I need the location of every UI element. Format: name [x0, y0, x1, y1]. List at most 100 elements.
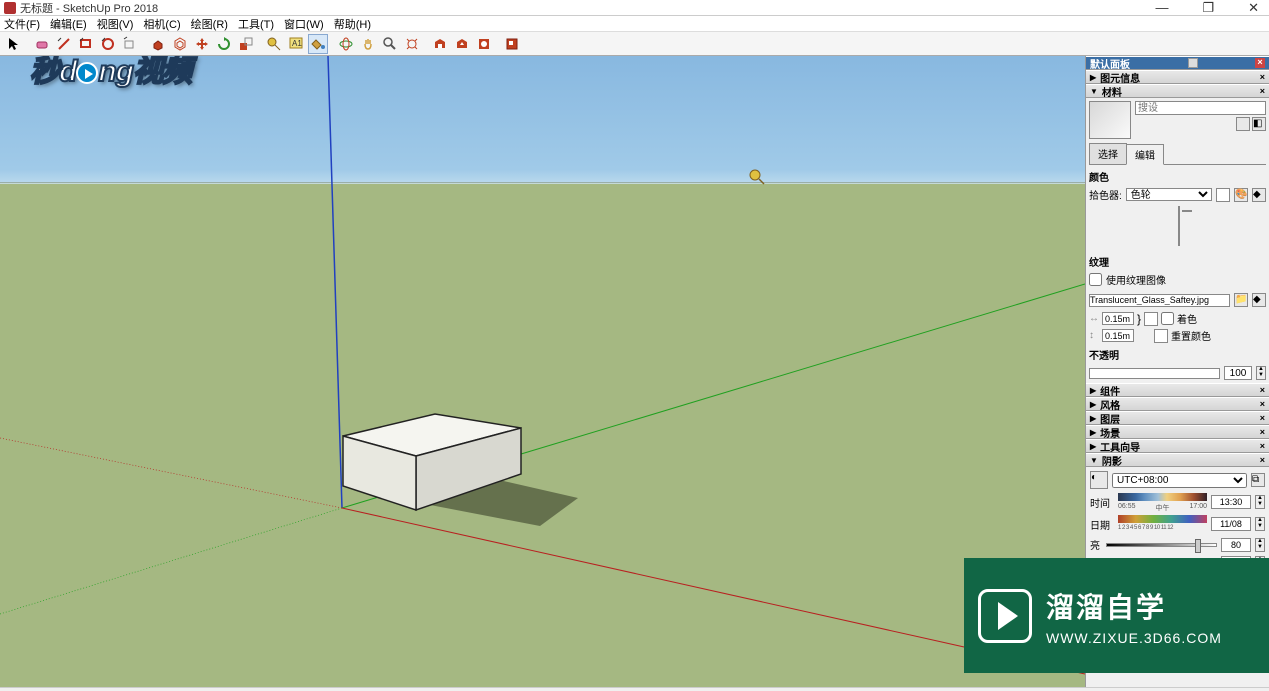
menu-help[interactable]: 帮助(H)	[332, 15, 373, 33]
shadows-header[interactable]: ▼阴影×	[1086, 453, 1269, 467]
close-button[interactable]: ✕	[1240, 0, 1267, 16]
texture-height-input[interactable]	[1102, 329, 1134, 342]
colorize-checkbox[interactable]	[1161, 312, 1174, 325]
extension-warehouse-icon[interactable]	[474, 34, 494, 54]
minimize-button[interactable]: —	[1147, 0, 1176, 16]
time-spinner[interactable]: ▲▼	[1255, 495, 1265, 509]
watermark-logo: 秒dng视频	[30, 56, 191, 90]
bright-spinner[interactable]: ▲▼	[1255, 538, 1265, 552]
texture-file-input[interactable]	[1089, 294, 1230, 307]
menu-file[interactable]: 文件(F)	[2, 15, 42, 33]
menu-view[interactable]: 视图(V)	[95, 15, 136, 33]
panel-close-icon[interactable]: ×	[1260, 72, 1265, 82]
svg-text:A1: A1	[292, 39, 302, 48]
move-icon[interactable]	[192, 34, 212, 54]
eraser-icon[interactable]	[32, 34, 52, 54]
toolbar: A1	[0, 32, 1269, 56]
time-value-input[interactable]	[1211, 495, 1251, 509]
edit-texture-icon[interactable]: ◆	[1252, 293, 1266, 307]
shadow-detail-icon[interactable]: ⧉	[1251, 473, 1265, 487]
3d-warehouse-icon[interactable]	[430, 34, 450, 54]
width-arrow-icon: ↔	[1089, 313, 1099, 324]
time-label: 时间	[1090, 495, 1114, 510]
opacity-slider[interactable]	[1089, 368, 1220, 379]
height-arrow-icon: ↕	[1089, 330, 1099, 341]
viewport[interactable]: 秒dng视频	[0, 56, 1085, 687]
layout-icon[interactable]	[502, 34, 522, 54]
styles-header[interactable]: ▶风格×	[1086, 397, 1269, 411]
time-slider[interactable]: 06:55中午17:00	[1118, 493, 1207, 511]
components-header[interactable]: ▶组件×	[1086, 383, 1269, 397]
expand-icon: ▼	[1090, 87, 1098, 96]
window-title: 无标题 - SketchUp Pro 2018	[20, 0, 158, 16]
bright-value-input[interactable]	[1221, 538, 1251, 552]
text-icon[interactable]: A1	[286, 34, 306, 54]
rectangle-icon[interactable]	[76, 34, 96, 54]
cursor-measure-icon	[748, 168, 766, 189]
use-texture-checkbox[interactable]	[1089, 273, 1102, 286]
menu-window[interactable]: 窗口(W)	[282, 15, 326, 33]
entity-info-header[interactable]: ▶ 图元信息 ×	[1086, 70, 1269, 84]
maximize-button[interactable]: ❐	[1194, 0, 1222, 16]
date-value-input[interactable]	[1211, 517, 1251, 531]
status-bar	[0, 687, 1269, 691]
timezone-select[interactable]: UTC+08:00	[1112, 473, 1247, 488]
tab-select[interactable]: 选择	[1089, 143, 1127, 164]
reset-color-swatch[interactable]	[1154, 329, 1168, 343]
color-wheel-slider[interactable]	[1089, 202, 1266, 250]
material-search-input[interactable]	[1135, 101, 1266, 115]
menu-edit[interactable]: 编辑(E)	[48, 15, 89, 33]
shadow-toggle-icon[interactable]: ◐	[1090, 471, 1108, 489]
picker-select[interactable]: 色轮	[1126, 188, 1212, 201]
circle-icon[interactable]	[98, 34, 118, 54]
scenes-header[interactable]: ▶场景×	[1086, 425, 1269, 439]
panel-min-icon[interactable]	[1188, 58, 1198, 68]
menu-camera[interactable]: 相机(C)	[141, 15, 182, 33]
layers-header[interactable]: ▶图层×	[1086, 411, 1269, 425]
eyedropper-icon[interactable]: 🎨	[1234, 188, 1248, 202]
date-slider[interactable]: 1 2 3 4 5 6 7 8 9 10 11 12	[1118, 515, 1207, 533]
match-color-icon[interactable]: ◆	[1252, 188, 1266, 202]
materials-header[interactable]: ▼ 材料 ×	[1086, 84, 1269, 98]
aspect-lock-icon[interactable]: }	[1137, 312, 1141, 326]
bright-slider[interactable]	[1106, 543, 1217, 547]
opacity-spinner[interactable]: ▲▼	[1256, 366, 1266, 380]
orbit-icon[interactable]	[336, 34, 356, 54]
default-panel-header[interactable]: 默认面板 ×	[1086, 56, 1269, 70]
material-preview[interactable]	[1089, 101, 1131, 139]
arc-icon[interactable]	[120, 34, 140, 54]
panel-close-icon[interactable]: ×	[1260, 86, 1265, 96]
create-material-icon[interactable]	[1236, 117, 1250, 131]
color-swatch[interactable]	[1216, 188, 1230, 202]
opacity-label: 不透明	[1089, 347, 1266, 362]
rotate-icon[interactable]	[214, 34, 234, 54]
branding-overlay: 溜溜自学 WWW.ZIXUE.3D66.COM	[964, 558, 1269, 673]
tab-edit[interactable]: 编辑	[1126, 144, 1164, 165]
offset-icon[interactable]	[170, 34, 190, 54]
brand-url: WWW.ZIXUE.3D66.COM	[1046, 630, 1222, 646]
picker-label: 拾色器:	[1089, 187, 1122, 202]
scale-icon[interactable]	[236, 34, 256, 54]
paint-bucket-icon[interactable]	[308, 34, 328, 54]
texture-width-input[interactable]	[1102, 312, 1134, 325]
tape-measure-icon[interactable]	[264, 34, 284, 54]
zoom-extents-icon[interactable]	[402, 34, 422, 54]
default-material-icon[interactable]: ◧	[1252, 117, 1266, 131]
warehouse-upload-icon[interactable]	[452, 34, 472, 54]
push-pull-icon[interactable]	[148, 34, 168, 54]
zoom-icon[interactable]	[380, 34, 400, 54]
instructor-header[interactable]: ▶工具向导×	[1086, 439, 1269, 453]
colorize-swatch[interactable]	[1144, 312, 1158, 326]
menu-draw[interactable]: 绘图(R)	[189, 15, 230, 33]
date-spinner[interactable]: ▲▼	[1255, 517, 1265, 531]
window-controls: — ❐ ✕	[1147, 0, 1267, 16]
line-icon[interactable]	[54, 34, 74, 54]
pan-icon[interactable]	[358, 34, 378, 54]
box-model	[343, 414, 578, 526]
menu-tools[interactable]: 工具(T)	[236, 15, 276, 33]
opacity-value-input[interactable]	[1224, 366, 1252, 380]
panel-close-icon[interactable]: ×	[1255, 58, 1265, 68]
select-icon[interactable]	[4, 34, 24, 54]
app-icon	[4, 2, 16, 14]
browse-file-icon[interactable]: 📁	[1234, 293, 1248, 307]
